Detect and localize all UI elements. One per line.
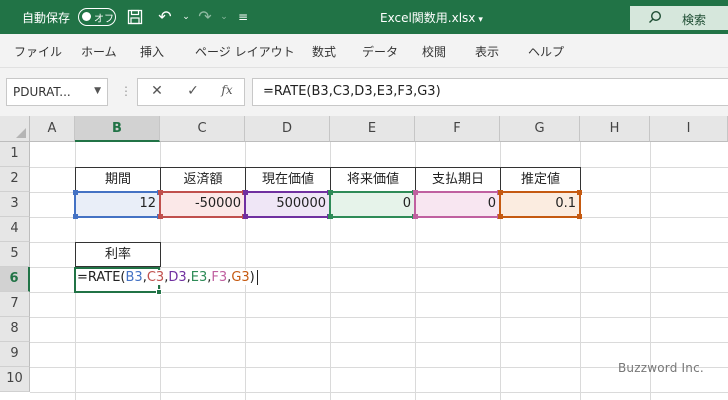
- formula-text: =RATE(B3,C3,D3,E3,F3,G3): [263, 84, 441, 99]
- undo-icon[interactable]: ↶: [154, 6, 176, 28]
- tab-home[interactable]: ホーム: [81, 43, 117, 60]
- row-header-2[interactable]: 2: [0, 167, 30, 192]
- col-header-b[interactable]: B: [75, 116, 160, 142]
- col-header-h[interactable]: H: [580, 116, 650, 142]
- gridline: [30, 317, 728, 318]
- cell-f3[interactable]: 0: [416, 192, 499, 217]
- chevron-down-icon: ▾: [478, 15, 483, 25]
- save-icon[interactable]: [124, 6, 146, 28]
- autosave-label: 自動保存: [22, 11, 71, 25]
- col-header-c[interactable]: C: [160, 116, 245, 142]
- cell-d2[interactable]: 現在価値: [245, 167, 331, 192]
- tab-help[interactable]: ヘルプ: [528, 43, 564, 60]
- formula-bar-resize-handle[interactable]: ⋮: [120, 84, 132, 98]
- formula-arg-f3: F3: [211, 270, 228, 285]
- formula-input[interactable]: =RATE(B3,C3,D3,E3,F3,G3): [252, 78, 728, 106]
- cell-b5[interactable]: 利率: [75, 242, 161, 267]
- row-header-5[interactable]: 5: [0, 242, 30, 267]
- col-header-f[interactable]: F: [415, 116, 500, 142]
- formula-suffix: ): [249, 270, 255, 285]
- name-box-dropdown-icon[interactable]: ▼: [94, 86, 101, 96]
- row-header-1[interactable]: 1: [0, 142, 30, 167]
- tab-data[interactable]: データ: [362, 43, 398, 60]
- title-bar: 自動保存 オフ ↶ ⌄ ↷ ⌄ ≡ Excel関数用.xlsx ▾ 検索: [0, 0, 728, 34]
- fill-handle[interactable]: [156, 289, 162, 295]
- tab-review[interactable]: 校閲: [422, 43, 446, 60]
- tab-insert[interactable]: 挿入: [140, 43, 164, 60]
- autosave-state: オフ: [94, 14, 114, 25]
- gridline: [30, 392, 728, 393]
- row-header-10[interactable]: 10: [0, 367, 30, 392]
- row-header-4[interactable]: 4: [0, 217, 30, 242]
- name-box[interactable]: PDURAT... ▼: [6, 78, 108, 106]
- insert-function-icon[interactable]: fx: [216, 83, 238, 103]
- tab-formulas[interactable]: 数式: [312, 43, 336, 60]
- search-box[interactable]: 検索: [630, 6, 728, 30]
- cancel-icon[interactable]: ✕: [146, 83, 168, 103]
- cell-b2[interactable]: 期間: [75, 167, 161, 192]
- search-label: 検索: [682, 13, 707, 27]
- cell-e2[interactable]: 将来価値: [330, 167, 416, 192]
- cell-b3[interactable]: 12: [76, 192, 159, 217]
- autosave-toggle[interactable]: オフ: [78, 8, 116, 26]
- formula-arg-e3: E3: [190, 270, 208, 285]
- enter-icon[interactable]: ✓: [182, 83, 204, 103]
- watermark: Buzzword Inc.: [618, 361, 704, 375]
- cell-g3[interactable]: 0.1: [501, 192, 579, 217]
- document-title[interactable]: Excel関数用.xlsx ▾: [380, 9, 483, 26]
- row-header-9[interactable]: 9: [0, 342, 30, 367]
- formula-arg-d3: D3: [168, 270, 187, 285]
- tab-page-layout[interactable]: ページ レイアウト: [195, 43, 295, 60]
- col-header-a[interactable]: A: [30, 116, 75, 142]
- col-header-d[interactable]: D: [245, 116, 330, 142]
- formula-buttons: ✕ ✓ fx: [137, 78, 245, 106]
- formula-arg-b3: B3: [125, 270, 143, 285]
- gridline: [30, 342, 728, 343]
- cell-edit-formula[interactable]: =RATE(B3,C3,D3,E3,F3,G3): [77, 270, 258, 285]
- col-header-e[interactable]: E: [330, 116, 415, 142]
- formula-arg-c3: C3: [146, 270, 165, 285]
- customize-toolbar-icon[interactable]: ≡: [232, 6, 254, 28]
- cell-f2[interactable]: 支払期日: [415, 167, 501, 192]
- cell-d3[interactable]: 500000: [246, 192, 329, 217]
- ribbon-tabs: ファイル ホーム 挿入 ページ レイアウト 数式 データ 校閲 表示 ヘルプ: [0, 34, 728, 68]
- name-box-value: PDURAT...: [13, 85, 71, 99]
- formula-arg-g3: G3: [231, 270, 250, 285]
- tab-view[interactable]: 表示: [475, 43, 499, 60]
- cell-c3[interactable]: -50000: [161, 192, 244, 217]
- search-icon: [648, 10, 662, 28]
- select-all-corner[interactable]: [0, 116, 30, 142]
- row-header-6[interactable]: 6: [0, 267, 30, 292]
- row-header-3[interactable]: 3: [0, 192, 30, 217]
- cell-e3[interactable]: 0: [331, 192, 414, 217]
- cell-c2[interactable]: 返済額: [160, 167, 246, 192]
- cell-g2[interactable]: 推定値: [500, 167, 581, 192]
- select-all-icon: [16, 128, 26, 138]
- toggle-knob: [82, 12, 91, 21]
- col-header-i[interactable]: I: [650, 116, 728, 142]
- formula-prefix: =RATE(: [77, 270, 126, 285]
- row-header-7[interactable]: 7: [0, 292, 30, 317]
- col-header-g[interactable]: G: [500, 116, 580, 142]
- tab-file[interactable]: ファイル: [14, 43, 62, 60]
- row-header-8[interactable]: 8: [0, 317, 30, 342]
